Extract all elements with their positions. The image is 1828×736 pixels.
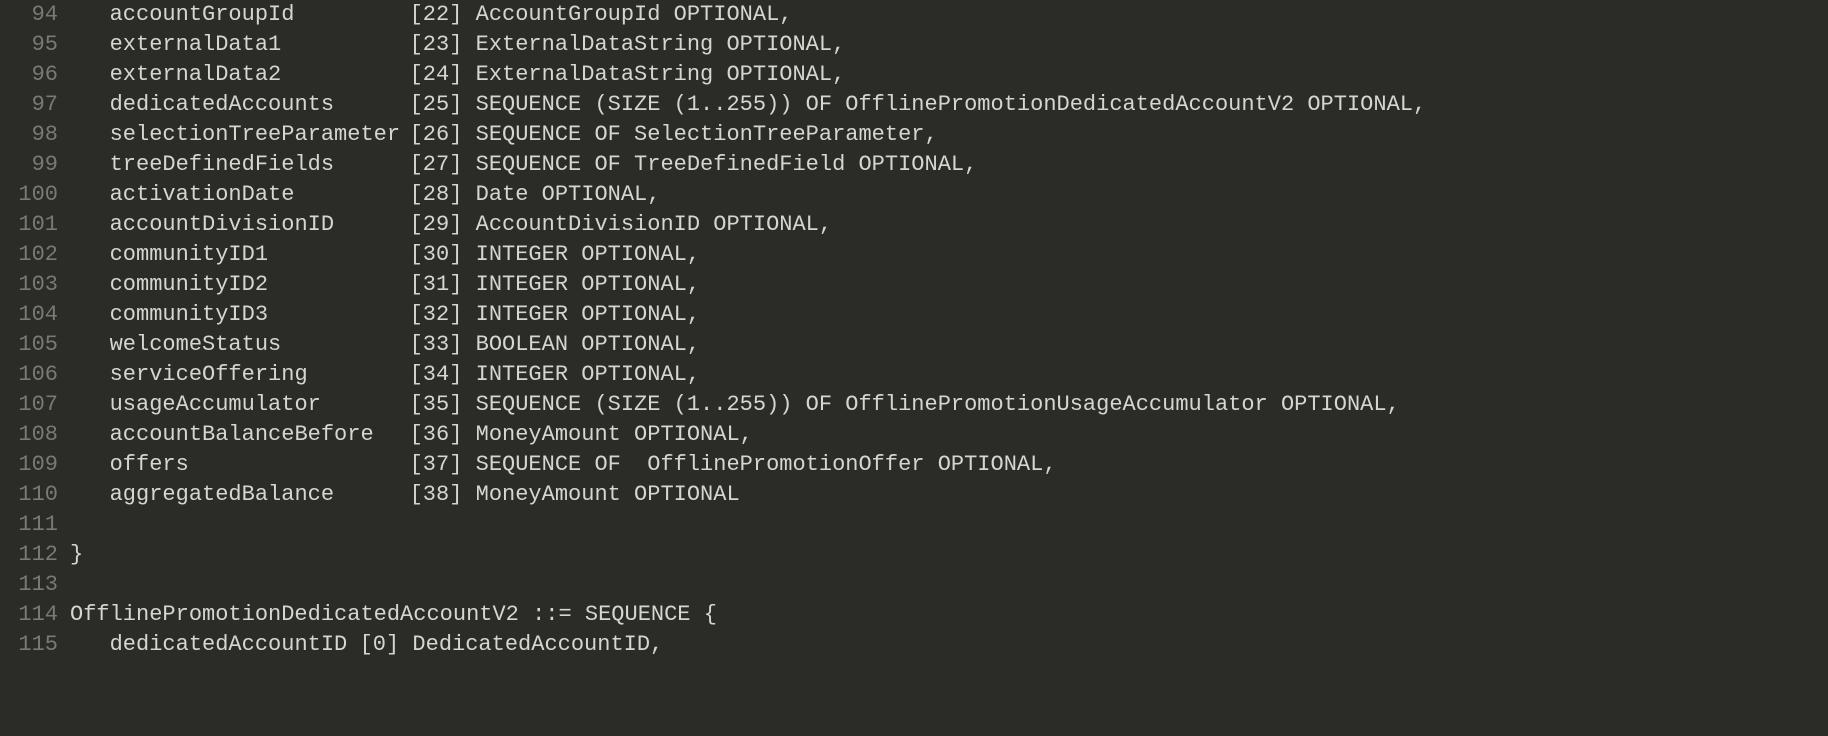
code-line: selectionTreeParameter[26] SEQUENCE OF S… bbox=[70, 120, 1828, 150]
code-line: } bbox=[70, 540, 1828, 570]
asn1-field-type: [24] ExternalDataString OPTIONAL, bbox=[410, 62, 846, 87]
asn1-field-type: [29] AccountDivisionID OPTIONAL, bbox=[410, 212, 832, 237]
asn1-field-type: [31] INTEGER OPTIONAL, bbox=[410, 272, 700, 297]
code-editor[interactable]: 9495969798991001011021031041051061071081… bbox=[0, 0, 1828, 736]
code-line: externalData1[23] ExternalDataString OPT… bbox=[70, 30, 1828, 60]
code-line bbox=[70, 510, 1828, 540]
asn1-field-type: [0] DedicatedAccountID, bbox=[360, 632, 664, 657]
line-number: 100 bbox=[0, 180, 58, 210]
code-line: offers[37] SEQUENCE OF OfflinePromotionO… bbox=[70, 450, 1828, 480]
code-area[interactable]: accountGroupId[22] AccountGroupId OPTION… bbox=[70, 0, 1828, 736]
line-number: 110 bbox=[0, 480, 58, 510]
asn1-field-name: accountBalanceBefore bbox=[110, 420, 410, 450]
code-line: activationDate[28] Date OPTIONAL, bbox=[70, 180, 1828, 210]
asn1-field-type: [38] MoneyAmount OPTIONAL bbox=[410, 482, 740, 507]
code-line: treeDefinedFields[27] SEQUENCE OF TreeDe… bbox=[70, 150, 1828, 180]
line-number: 103 bbox=[0, 270, 58, 300]
line-number: 96 bbox=[0, 60, 58, 90]
line-number: 97 bbox=[0, 90, 58, 120]
code-line: communityID2[31] INTEGER OPTIONAL, bbox=[70, 270, 1828, 300]
line-number: 104 bbox=[0, 300, 58, 330]
line-number: 114 bbox=[0, 600, 58, 630]
asn1-field-name: offers bbox=[110, 450, 410, 480]
asn1-field-type: [36] MoneyAmount OPTIONAL, bbox=[410, 422, 753, 447]
asn1-field-name: aggregatedBalance bbox=[110, 480, 410, 510]
code-line: serviceOffering[34] INTEGER OPTIONAL, bbox=[70, 360, 1828, 390]
line-number: 107 bbox=[0, 390, 58, 420]
asn1-field-type: [28] Date OPTIONAL, bbox=[410, 182, 661, 207]
asn1-field-type: [35] SEQUENCE (SIZE (1..255)) OF Offline… bbox=[410, 392, 1400, 417]
asn1-field-name: usageAccumulator bbox=[110, 390, 410, 420]
line-number: 113 bbox=[0, 570, 58, 600]
line-number: 106 bbox=[0, 360, 58, 390]
asn1-field-type: [25] SEQUENCE (SIZE (1..255)) OF Offline… bbox=[410, 92, 1427, 117]
asn1-field-type: [30] INTEGER OPTIONAL, bbox=[410, 242, 700, 267]
code-line: communityID1[30] INTEGER OPTIONAL, bbox=[70, 240, 1828, 270]
line-number: 105 bbox=[0, 330, 58, 360]
asn1-field-type: [32] INTEGER OPTIONAL, bbox=[410, 302, 700, 327]
asn1-field-name: serviceOffering bbox=[110, 360, 410, 390]
code-line: dedicatedAccountID[0] DedicatedAccountID… bbox=[70, 630, 1828, 660]
asn1-field-name: accountDivisionID bbox=[110, 210, 410, 240]
asn1-field-name: communityID1 bbox=[110, 240, 410, 270]
code-line: accountDivisionID[29] AccountDivisionID … bbox=[70, 210, 1828, 240]
asn1-field-type: [33] BOOLEAN OPTIONAL, bbox=[410, 332, 700, 357]
asn1-field-type: [34] INTEGER OPTIONAL, bbox=[410, 362, 700, 387]
code-line: accountGroupId[22] AccountGroupId OPTION… bbox=[70, 0, 1828, 30]
asn1-field-type: [37] SEQUENCE OF OfflinePromotionOffer O… bbox=[410, 452, 1057, 477]
asn1-field-name: communityID3 bbox=[110, 300, 410, 330]
code-line: accountBalanceBefore[36] MoneyAmount OPT… bbox=[70, 420, 1828, 450]
code-line: OfflinePromotionDedicatedAccountV2 ::= S… bbox=[70, 600, 1828, 630]
line-number: 95 bbox=[0, 30, 58, 60]
asn1-field-type: [27] SEQUENCE OF TreeDefinedField OPTION… bbox=[410, 152, 978, 177]
code-line: externalData2[24] ExternalDataString OPT… bbox=[70, 60, 1828, 90]
line-number: 98 bbox=[0, 120, 58, 150]
line-number: 109 bbox=[0, 450, 58, 480]
asn1-field-name: externalData2 bbox=[110, 60, 410, 90]
line-number: 94 bbox=[0, 0, 58, 30]
code-line: aggregatedBalance[38] MoneyAmount OPTION… bbox=[70, 480, 1828, 510]
line-number: 112 bbox=[0, 540, 58, 570]
asn1-field-name: welcomeStatus bbox=[110, 330, 410, 360]
asn1-field-name: accountGroupId bbox=[110, 0, 410, 30]
asn1-field-name: externalData1 bbox=[110, 30, 410, 60]
code-line: usageAccumulator[35] SEQUENCE (SIZE (1..… bbox=[70, 390, 1828, 420]
asn1-field-name: communityID2 bbox=[110, 270, 410, 300]
asn1-field-name: dedicatedAccounts bbox=[110, 90, 410, 120]
line-number: 101 bbox=[0, 210, 58, 240]
line-number-gutter: 9495969798991001011021031041051061071081… bbox=[0, 0, 70, 736]
code-line: welcomeStatus[33] BOOLEAN OPTIONAL, bbox=[70, 330, 1828, 360]
line-number: 102 bbox=[0, 240, 58, 270]
line-number: 111 bbox=[0, 510, 58, 540]
line-number: 99 bbox=[0, 150, 58, 180]
asn1-field-name: selectionTreeParameter bbox=[110, 120, 410, 150]
line-number: 115 bbox=[0, 630, 58, 660]
asn1-field-type: [23] ExternalDataString OPTIONAL, bbox=[410, 32, 846, 57]
asn1-field-type: [26] SEQUENCE OF SelectionTreeParameter, bbox=[410, 122, 938, 147]
code-line: dedicatedAccounts[25] SEQUENCE (SIZE (1.… bbox=[70, 90, 1828, 120]
line-number: 108 bbox=[0, 420, 58, 450]
asn1-field-type: [22] AccountGroupId OPTIONAL, bbox=[410, 2, 793, 27]
asn1-field-name: treeDefinedFields bbox=[110, 150, 410, 180]
asn1-field-name: dedicatedAccountID bbox=[110, 630, 360, 660]
code-line: communityID3[32] INTEGER OPTIONAL, bbox=[70, 300, 1828, 330]
code-line bbox=[70, 570, 1828, 600]
asn1-field-name: activationDate bbox=[110, 180, 410, 210]
